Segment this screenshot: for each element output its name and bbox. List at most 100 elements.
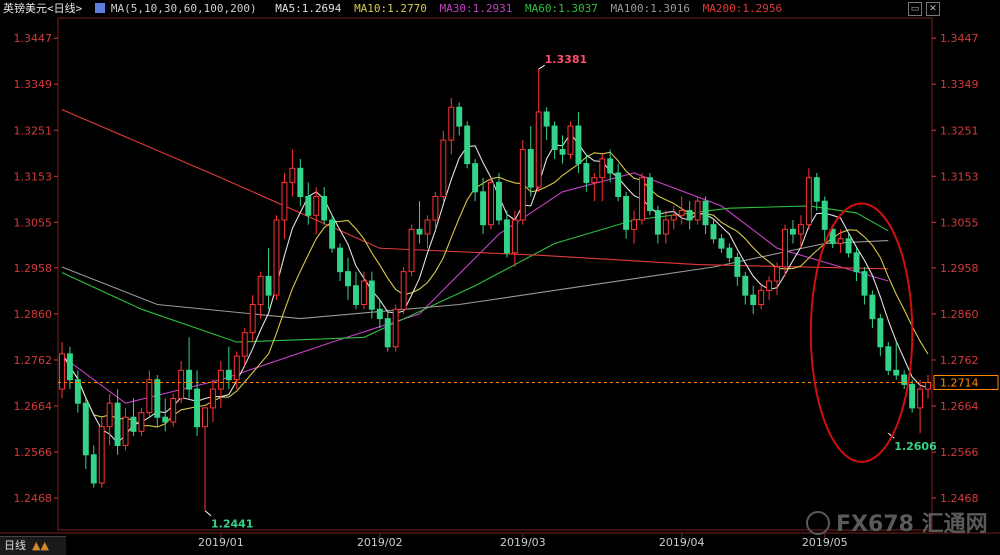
close-icon[interactable]: ✕ — [926, 2, 940, 16]
candle-down — [877, 318, 884, 348]
y-tick-label-right: 1.3055 — [940, 216, 979, 229]
candle-up — [257, 275, 264, 306]
y-tick-label-left: 1.2566 — [14, 446, 53, 459]
candle-down — [686, 210, 693, 221]
maximize-icon[interactable]: ▭ — [908, 2, 922, 16]
x-tick-label: 2019/01 — [198, 536, 244, 549]
candle-down — [654, 210, 661, 235]
candle-down — [789, 228, 796, 235]
candle-down — [750, 294, 757, 306]
candle-up — [59, 353, 65, 390]
candle-up — [774, 266, 781, 282]
candle-down — [337, 247, 344, 273]
candle-up — [694, 200, 701, 221]
moving-average-layer — [61, 109, 929, 444]
candle-down — [885, 346, 892, 371]
candle-up — [360, 280, 367, 306]
indicator-header: 英镑美元<日线> MA(5,10,30,60,100,200) MA5:1.26… — [0, 0, 788, 18]
ma-icon — [94, 3, 105, 13]
candle-up — [758, 289, 765, 306]
y-tick-label-right: 1.2762 — [940, 354, 979, 367]
candle-up — [662, 219, 669, 235]
candle-layer — [59, 69, 931, 511]
candle-up — [106, 402, 113, 428]
y-tick-label-left: 1.2664 — [14, 400, 53, 413]
candle-down — [853, 252, 860, 273]
candle-down — [368, 280, 375, 310]
candle-down — [384, 318, 391, 348]
candle-up — [488, 181, 494, 226]
candle-down — [186, 369, 193, 390]
candle-down — [130, 416, 137, 432]
y-tick-label-left: 1.3153 — [14, 170, 53, 183]
candle-down — [551, 125, 558, 151]
ma10-value: MA10:1.2770 — [354, 2, 427, 15]
candle-down — [607, 158, 614, 174]
ma30-value: MA30:1.2931 — [439, 2, 513, 15]
y-tick-label-right: 1.2566 — [940, 446, 979, 459]
candle-up — [233, 355, 240, 381]
candle-down — [813, 177, 820, 202]
candle-down — [305, 195, 312, 216]
candle-down — [702, 200, 709, 226]
candle-up — [281, 181, 288, 221]
y-tick-label-right: 1.3349 — [940, 78, 979, 91]
high-label: 1.3381 — [545, 53, 587, 66]
y-tick-label-right: 1.2958 — [940, 262, 979, 275]
candle-up — [567, 125, 574, 155]
candle-up — [917, 388, 924, 409]
candle-up — [440, 139, 447, 197]
candle-down — [503, 219, 510, 254]
candle-down — [352, 285, 359, 306]
candle-down — [74, 379, 81, 404]
candle-down — [345, 271, 351, 287]
candle-down — [472, 163, 479, 193]
candle-down — [734, 257, 741, 277]
candle-up — [448, 106, 455, 141]
candle-up — [925, 382, 931, 390]
candle-down — [321, 195, 328, 221]
candle-up — [217, 369, 224, 390]
candle-down — [225, 369, 232, 381]
candle-down — [527, 149, 534, 188]
candle-down — [869, 294, 876, 320]
ma-settings[interactable]: MA(5,10,30,60,100,200) — [94, 2, 263, 15]
candle-down — [114, 402, 121, 446]
symbol-title: 英镑美元<日线> — [3, 2, 83, 15]
low-label: 1.2606 — [894, 440, 937, 453]
candle-up — [519, 149, 526, 221]
y-tick-label-right: 1.2468 — [940, 492, 979, 505]
y-tick-label-right: 1.3251 — [940, 124, 979, 137]
tab-daily-label: 日线 — [4, 539, 26, 552]
candle-up — [639, 177, 645, 221]
y-tick-label-left: 1.3055 — [14, 216, 53, 229]
candle-down — [575, 125, 582, 165]
candle-down — [646, 177, 653, 212]
candle-up — [138, 412, 145, 432]
ma60-value: MA60:1.3037 — [525, 2, 598, 15]
candle-down — [583, 163, 590, 183]
y-tick-label-left: 1.2468 — [14, 492, 53, 505]
candle-up — [599, 158, 606, 179]
y-tick-label-left: 1.2762 — [14, 354, 53, 367]
candle-down — [559, 149, 566, 155]
candle-up — [511, 219, 518, 254]
tab-daily[interactable]: 日线 ▲▲ — [0, 536, 66, 555]
candle-up — [202, 407, 208, 428]
candle-up — [797, 224, 804, 235]
candle-down — [861, 271, 868, 296]
candle-up — [98, 426, 105, 484]
candle-up — [146, 379, 153, 414]
candle-down — [710, 224, 717, 240]
candle-up — [424, 219, 431, 235]
candle-down — [464, 125, 471, 165]
candle-down — [909, 383, 916, 409]
candle-up — [782, 228, 788, 268]
candle-up — [432, 195, 439, 221]
candle-up — [273, 219, 280, 296]
candle-up — [178, 369, 185, 399]
low-label: 1.2441 — [211, 518, 253, 531]
candle-down — [543, 111, 550, 127]
plot-frame — [57, 17, 933, 531]
candle-down — [416, 228, 423, 235]
